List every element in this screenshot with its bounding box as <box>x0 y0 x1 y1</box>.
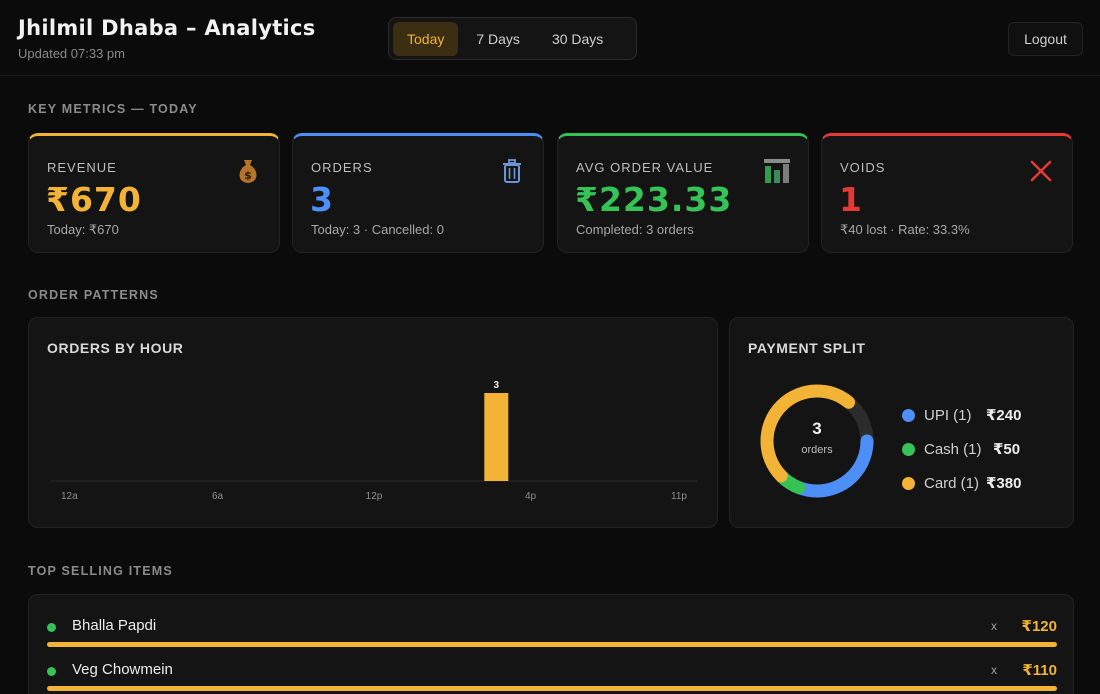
legend-dot <box>902 408 915 422</box>
item-status-dot <box>47 623 56 632</box>
chart-title: PAYMENT SPLIT <box>748 340 866 356</box>
legend-dot <box>902 476 915 490</box>
page-title: Jhilmil Dhaba – Analytics <box>18 16 316 40</box>
metric-card-revenue: REVENUE ₹670 Today: ₹670 $ <box>28 133 280 253</box>
tab-today[interactable]: Today <box>393 21 459 56</box>
metric-value: ₹223.33 <box>575 180 733 219</box>
item-name: Bhalla Papdi <box>72 617 157 634</box>
money-bag-icon: $ <box>239 160 257 183</box>
metric-value: 3 <box>310 180 334 219</box>
payment-split-card: PAYMENT SPLIT 3 orders UPI (1) ₹240 Cash… <box>729 317 1074 528</box>
metric-label: AVG ORDER VALUE <box>576 160 714 175</box>
hour-bar <box>484 393 509 481</box>
legend-dot <box>902 442 915 456</box>
metric-sub: Completed: 3 orders <box>576 222 694 237</box>
orders-by-hour-chart: 12a 6a 12p 4p 11p 3 <box>51 380 697 502</box>
legend-name: UPI (1) <box>924 406 972 424</box>
metric-sub: ₹40 lost · Rate: 33.3% <box>840 222 970 237</box>
item-price: ₹110 <box>1022 662 1057 679</box>
payment-legend: UPI (1) ₹240 Cash (1) ₹50 Card (1) ₹380 <box>902 398 1021 500</box>
metric-card-voids: VOIDS 1 ₹40 lost · Rate: 33.3% <box>821 133 1073 253</box>
x-tick-label: 11p <box>671 491 687 502</box>
svg-text:$: $ <box>244 169 252 182</box>
metric-sub: Today: ₹670 <box>47 222 119 237</box>
trash-icon <box>503 159 521 183</box>
legend-name: Cash (1) <box>924 440 982 458</box>
item-name: Veg Chowmein <box>72 661 173 678</box>
donut-segments <box>760 384 874 498</box>
legend-name: Card (1) <box>924 474 980 492</box>
section-key-metrics: KEY METRICS — TODAY <box>28 102 198 116</box>
legend-item-card: Card (1) ₹380 <box>902 466 1021 500</box>
date-range-selector: Today 7 Days 30 Days <box>388 17 637 60</box>
logout-button[interactable]: Logout <box>1008 22 1083 56</box>
metric-value: ₹670 <box>46 180 142 219</box>
section-top-selling: TOP SELLING ITEMS <box>28 564 173 578</box>
section-order-patterns: ORDER PATTERNS <box>28 288 159 302</box>
item-price: ₹120 <box>1021 618 1057 635</box>
donut-center-label: orders <box>801 444 833 456</box>
top-selling-card: Bhalla Papdi x ₹120 Veg Chowmein x ₹110 <box>28 594 1074 694</box>
x-tick-label: 12a <box>61 491 78 502</box>
x-tick-label: 4p <box>525 491 537 502</box>
metric-label: REVENUE <box>47 160 117 175</box>
legend-amount: ₹50 <box>993 441 1021 458</box>
tab-7-days[interactable]: 7 Days <box>462 22 534 56</box>
close-icon <box>1030 160 1052 182</box>
item-status-dot <box>47 667 56 676</box>
donut-center-value: 3 <box>812 419 822 438</box>
payment-donut-chart <box>760 384 874 498</box>
bar-chart-icon <box>764 159 790 183</box>
legend-amount: ₹380 <box>986 475 1022 492</box>
updated-timestamp: Updated 07:33 pm <box>18 46 125 61</box>
tab-30-days[interactable]: 30 Days <box>538 22 617 56</box>
metric-label: VOIDS <box>840 160 886 175</box>
metric-card-avg-order-value: AVG ORDER VALUE ₹223.33 Completed: 3 ord… <box>557 133 809 253</box>
app-header: Jhilmil Dhaba – Analytics Updated 07:33 … <box>0 0 1100 76</box>
legend-amount: ₹240 <box>986 407 1022 424</box>
metric-sub: Today: 3 · Cancelled: 0 <box>311 222 444 237</box>
metric-value: 1 <box>839 180 863 219</box>
metric-label: ORDERS <box>311 160 373 175</box>
item-share-bar <box>47 686 1057 691</box>
item-share-bar <box>47 642 1057 647</box>
legend-item-cash: Cash (1) ₹50 <box>902 432 1021 466</box>
item-qty: x <box>991 619 997 633</box>
x-tick-label: 12p <box>366 491 383 502</box>
item-qty: x <box>991 663 997 677</box>
bar-value-label: 3 <box>494 380 500 391</box>
legend-item-upi: UPI (1) ₹240 <box>902 398 1021 432</box>
metric-card-orders: ORDERS 3 Today: 3 · Cancelled: 0 <box>292 133 544 253</box>
orders-by-hour-card: ORDERS BY HOUR 12a 6a 12p 4p 11p 3 <box>28 317 718 528</box>
x-tick-label: 6a <box>212 491 224 502</box>
